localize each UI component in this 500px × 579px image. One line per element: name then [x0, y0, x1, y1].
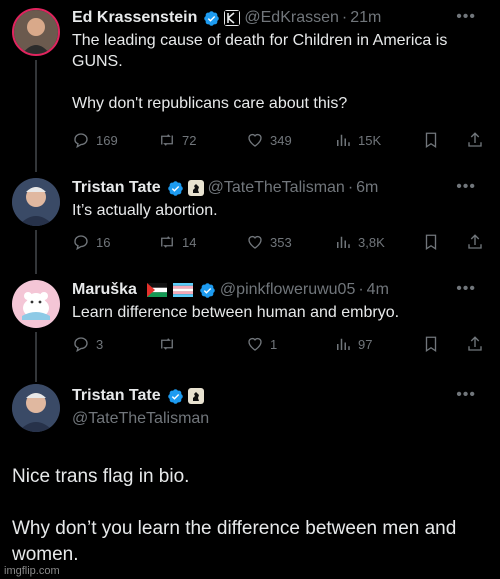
- avatar-ed-krassenstein[interactable]: [12, 8, 60, 56]
- heart-icon: [248, 235, 262, 249]
- timestamp[interactable]: 21m: [350, 9, 381, 27]
- like-button[interactable]: 353: [246, 233, 292, 251]
- like-button[interactable]: 1: [246, 335, 277, 353]
- tweet-text: It’s actually abortion.: [72, 202, 218, 219]
- kaleidoscope-badge-icon: [224, 10, 241, 26]
- timestamp[interactable]: 6m: [356, 179, 378, 197]
- tweet-2[interactable]: Tristan Tate @TateTheTalisman · 6m ••• I…: [0, 170, 500, 274]
- verified-badge-icon: [167, 180, 183, 196]
- reply-button[interactable]: 3: [72, 335, 103, 353]
- retweet-button[interactable]: 72: [158, 131, 196, 149]
- trans-flag-icon: [172, 283, 193, 297]
- bookmark-button[interactable]: [422, 335, 440, 353]
- share-icon: [468, 336, 482, 351]
- more-options-icon[interactable]: •••: [456, 8, 476, 26]
- avatar-tristan-tate[interactable]: [12, 178, 60, 226]
- reply-icon: [74, 337, 88, 353]
- bookmark-icon: [425, 132, 437, 149]
- thread-line: [35, 230, 37, 274]
- verified-badge-icon: [204, 10, 220, 26]
- views-icon: [337, 236, 350, 248]
- more-options-icon[interactable]: •••: [456, 280, 476, 298]
- main-tweet-text: Nice trans flag in bio. Why don’t you le…: [12, 466, 457, 565]
- tweet-text: Learn difference between human and embry…: [72, 304, 400, 321]
- share-icon: [468, 234, 482, 249]
- main-tweet[interactable]: Tristan Tate @TateTheTalisman ••• Nice t…: [0, 380, 500, 579]
- author-handle[interactable]: @pinkfloweruwu05: [220, 281, 355, 299]
- tweet-text: The leading cause of death for Children …: [72, 32, 448, 112]
- avatar-tristan-tate[interactable]: [12, 384, 60, 432]
- retweet-icon: [161, 338, 173, 350]
- tweet-1[interactable]: Ed Krassenstein @EdKrassen · 21m ••• The…: [0, 0, 500, 172]
- author-handle[interactable]: @TateTheTalisman: [72, 410, 488, 428]
- heart-icon: [248, 337, 262, 351]
- reply-icon: [74, 133, 88, 149]
- share-button[interactable]: [466, 335, 484, 353]
- like-button[interactable]: 349: [246, 131, 292, 149]
- timestamp[interactable]: 4m: [367, 281, 389, 299]
- share-button[interactable]: [466, 131, 484, 149]
- reply-button[interactable]: 16: [72, 233, 110, 251]
- views-icon: [337, 134, 350, 146]
- views-button[interactable]: 3,8K: [334, 233, 385, 251]
- author-handle[interactable]: @TateTheTalisman: [208, 179, 345, 197]
- retweet-button[interactable]: [158, 335, 182, 353]
- chess-badge-icon: [187, 388, 204, 404]
- palestine-flag-icon: [146, 283, 167, 297]
- watermark: imgflip.com: [4, 565, 60, 577]
- author-name[interactable]: Tristan Tate: [72, 179, 161, 197]
- bookmark-icon: [425, 234, 437, 251]
- share-button[interactable]: [466, 233, 484, 251]
- bookmark-button[interactable]: [422, 131, 440, 149]
- author-name[interactable]: Maruška: [72, 281, 137, 299]
- verified-badge-icon: [167, 388, 183, 404]
- author-name[interactable]: Tristan Tate: [72, 387, 161, 405]
- views-button[interactable]: 97: [334, 335, 372, 353]
- verified-badge-icon: [200, 282, 215, 298]
- heart-icon: [248, 133, 262, 147]
- views-icon: [337, 338, 350, 350]
- avatar-maruska[interactable]: [12, 280, 60, 328]
- retweet-button[interactable]: 14: [158, 233, 196, 251]
- retweet-icon: [161, 236, 173, 248]
- reply-icon: [74, 235, 88, 251]
- thread-line: [35, 60, 37, 172]
- retweet-icon: [161, 134, 173, 146]
- thread-line: [35, 332, 37, 382]
- more-options-icon[interactable]: •••: [456, 386, 476, 404]
- views-button[interactable]: 15K: [334, 131, 381, 149]
- share-icon: [468, 132, 482, 147]
- author-name[interactable]: Ed Krassenstein: [72, 9, 197, 27]
- bookmark-button[interactable]: [422, 233, 440, 251]
- bookmark-icon: [425, 336, 437, 353]
- tweet-3[interactable]: Maruška @pinkfloweruwu05 · 4m ••• Learn …: [0, 272, 500, 382]
- author-handle[interactable]: @EdKrassen: [244, 9, 339, 27]
- chess-badge-icon: [187, 180, 204, 196]
- reply-button[interactable]: 169: [72, 131, 118, 149]
- more-options-icon[interactable]: •••: [456, 178, 476, 196]
